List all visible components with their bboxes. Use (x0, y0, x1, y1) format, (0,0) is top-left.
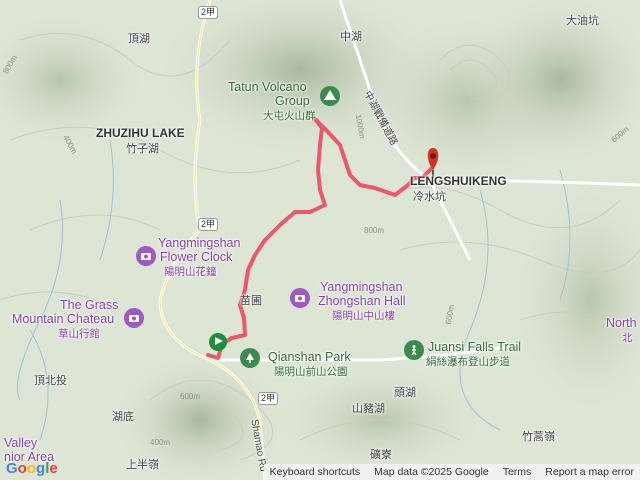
label-zhongshan-zh: 陽明山中山樓 (332, 310, 395, 322)
label-zhongshan-en1[interactable]: Yangmingshan (320, 280, 402, 294)
label-tatun-en[interactable]: Tatun Volcano (228, 80, 307, 94)
terms-link[interactable]: Terms (503, 466, 532, 478)
label-qianshan-en[interactable]: Qianshan Park (268, 350, 351, 364)
label-valley-en1[interactable]: Valley (4, 436, 37, 450)
label-north-zh: 北 (622, 332, 633, 344)
label-kuangliao: 礦寮 (370, 449, 392, 461)
label-lengshuikeng-zh: 冷水坑 (413, 191, 446, 203)
elevation-label: 800m (364, 226, 385, 235)
label-toushu: 頭湖 (394, 387, 416, 399)
label-shanzhuhu: 山豬湖 (352, 403, 385, 415)
label-zhuzihu-zh: 竹子湖 (126, 143, 159, 155)
juansi-falls-icon[interactable] (404, 340, 424, 360)
route-badge: 2甲 (258, 392, 279, 405)
start-flag-icon (209, 333, 227, 351)
label-juansi-zh: 絹絲瀑布登山步道 (426, 356, 510, 368)
map-footer: Keyboard shortcuts Map data ©2025 Google… (0, 464, 640, 480)
elevation-label: 400m (150, 438, 171, 447)
label-grass-chateau-en2[interactable]: Mountain Chateau (12, 312, 114, 326)
label-flower-clock-en2[interactable]: Flower Clock (160, 250, 232, 264)
label-dayoukeng: 大油坑 (566, 15, 599, 27)
label-qianshan-zh: 陽明山前山公園 (274, 366, 348, 378)
elevation-label: 600m (180, 392, 201, 401)
route-badge: 2甲 (198, 6, 219, 19)
qianshan-park-icon[interactable] (240, 348, 260, 368)
label-tatun-en2[interactable]: Group (275, 94, 310, 108)
google-logo[interactable]: Google (6, 460, 58, 477)
label-zhuzihu-en: ZHUZIHU LAKE (96, 126, 185, 140)
map-data-text: Map data ©2025 Google (374, 466, 489, 478)
keyboard-shortcuts-link[interactable]: Keyboard shortcuts (270, 466, 360, 478)
label-dinghu: 頂湖 (128, 33, 150, 45)
terrain-map[interactable] (0, 0, 640, 480)
attribution-bar: Keyboard shortcuts Map data ©2025 Google… (263, 464, 640, 480)
label-tatun-zh: 大屯火山群 (263, 110, 316, 122)
zhongshan-hall-icon[interactable] (290, 288, 310, 308)
label-dingbeitou: 頂北投 (34, 375, 67, 387)
label-grass-chateau-en1[interactable]: The Grass (60, 298, 118, 312)
label-juansi-en[interactable]: Juansi Falls Trail (428, 340, 521, 354)
label-flower-clock-zh: 陽明山花鐘 (164, 266, 217, 278)
label-hudi: 湖底 (112, 411, 134, 423)
label-north-en[interactable]: North (606, 316, 637, 330)
label-zhonghu: 中湖 (340, 31, 362, 43)
route-badge: 2甲 (198, 218, 219, 231)
flower-clock-icon[interactable] (136, 246, 156, 266)
report-error-link[interactable]: Report a map error (545, 466, 634, 478)
grass-chateau-icon[interactable] (124, 308, 144, 328)
label-zhongshan-en2[interactable]: Zhongshan Hall (318, 294, 406, 308)
label-grass-chateau-zh: 草山行館 (58, 328, 100, 340)
label-lengshuikeng-en: LENGSHUIKENG (410, 174, 507, 188)
label-zhusongling: 竹蒿嶺 (522, 431, 555, 443)
label-flower-clock-en1[interactable]: Yangmingshan (158, 236, 240, 250)
label-miaopu: 苗圃 (240, 295, 262, 307)
